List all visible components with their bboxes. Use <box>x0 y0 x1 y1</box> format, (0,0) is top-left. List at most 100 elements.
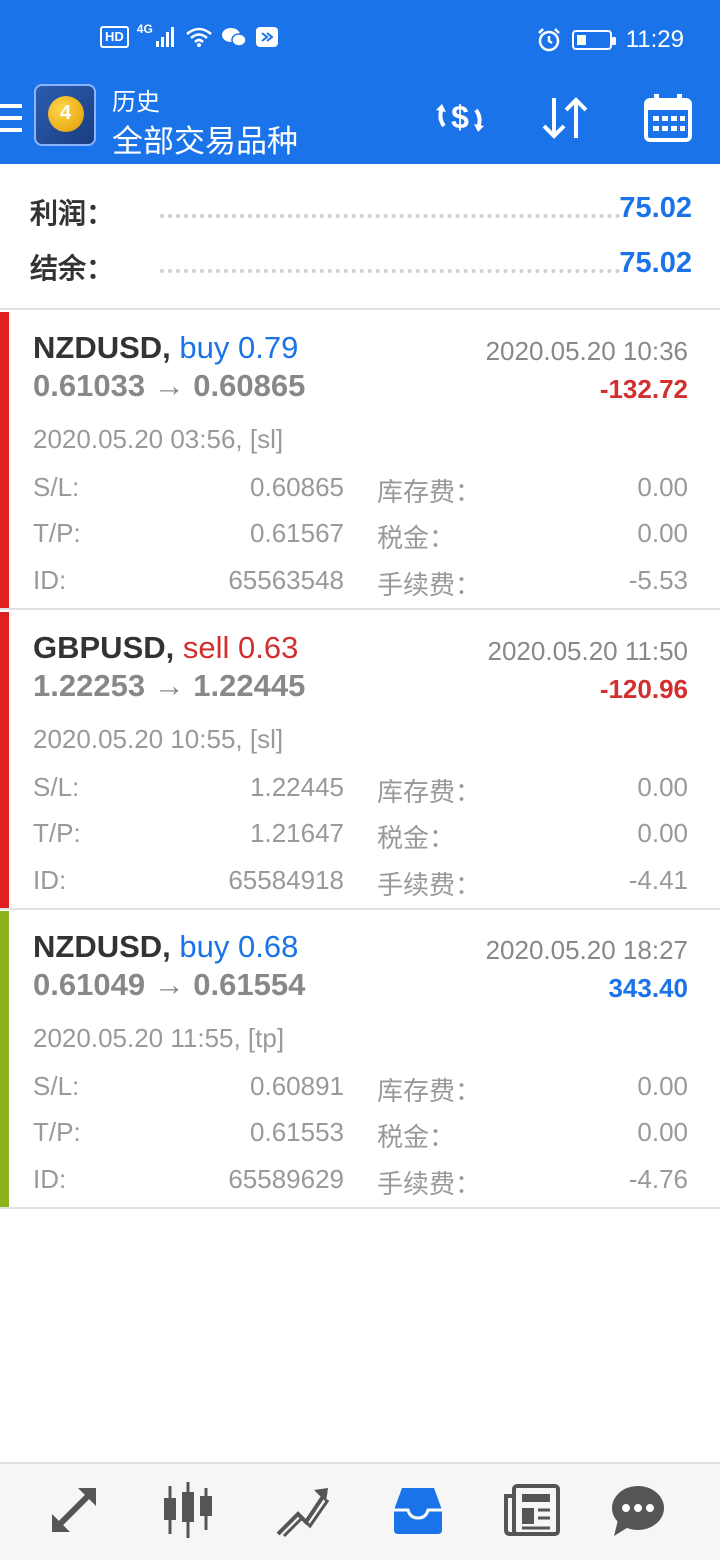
swap-label: 库存费： <box>377 477 482 507</box>
fee-value: -5.53 <box>628 565 688 595</box>
alarm-icon <box>537 28 560 52</box>
sl-value: 1.22445 <box>250 772 344 802</box>
fee-label: 手续费： <box>377 1169 482 1199</box>
app-bar: HD 4G 11:29 4 历史 全部交易品种 $ <box>0 0 720 164</box>
status-left: HD 4G <box>100 22 279 48</box>
status-bar: HD 4G 11:29 <box>0 0 720 84</box>
quotes-icon[interactable] <box>44 1480 104 1540</box>
wifi-icon <box>185 27 212 47</box>
tp-label: T/P: <box>33 1117 81 1147</box>
tax-value: 0.00 <box>637 818 688 848</box>
tp-label: T/P: <box>33 518 81 548</box>
deal-profit: -132.72 <box>599 374 688 404</box>
swap-value: 0.00 <box>637 1071 688 1101</box>
app-notification-icon <box>255 27 278 47</box>
hd-badge: HD <box>100 26 129 48</box>
sl-value: 0.60891 <box>250 1071 344 1101</box>
gain-indicator-bar <box>0 911 9 1207</box>
sl-label: S/L: <box>33 1071 80 1101</box>
open-info: 2020.05.20 10:55, [sl] <box>33 724 284 754</box>
calendar-icon[interactable] <box>640 90 696 146</box>
tax-label: 税金： <box>377 823 456 853</box>
swap-label: 库存费： <box>377 1076 482 1106</box>
menu-icon[interactable] <box>0 104 22 134</box>
swap-value: 0.00 <box>637 472 688 502</box>
deal-direction: buy 0.79 <box>179 330 299 365</box>
chart-candles-icon[interactable] <box>158 1480 218 1540</box>
price-range: 1.22253 → 1.22445 <box>33 668 306 703</box>
fee-label: 手续费： <box>377 870 482 900</box>
deal-item[interactable]: NZDUSD, buy 0.79 2020.05.20 10:36 0.6103… <box>0 312 720 610</box>
loss-indicator-bar <box>0 312 9 608</box>
id-label: ID: <box>33 1164 67 1194</box>
swap-value: 0.00 <box>637 772 688 802</box>
trade-icon[interactable] <box>272 1480 332 1540</box>
close-time: 2020.05.20 11:50 <box>487 636 688 666</box>
tp-value: 0.61553 <box>250 1117 344 1147</box>
open-info: 2020.05.20 03:56, [sl] <box>33 424 284 454</box>
summary-panel: 利润： 75.02 结余： 75.02 <box>0 164 720 310</box>
tax-label: 税金： <box>377 1122 456 1152</box>
sl-label: S/L: <box>33 472 80 502</box>
swap-label: 库存费： <box>377 777 482 807</box>
signal-icon <box>155 27 174 47</box>
fee-value: -4.41 <box>628 865 688 895</box>
history-inbox-icon[interactable] <box>388 1480 448 1540</box>
battery-icon <box>571 30 616 50</box>
deal-profit: 343.40 <box>608 973 688 1003</box>
close-time: 2020.05.20 18:27 <box>485 935 688 965</box>
status-right: 11:29 <box>536 26 684 54</box>
sort-icon[interactable] <box>536 90 592 146</box>
symbol-filter[interactable]: 全部交易品种 <box>112 116 298 161</box>
symbol-name: NZDUSD, <box>33 929 171 964</box>
tp-value: 1.21647 <box>250 818 344 848</box>
dotted-leader <box>160 269 620 273</box>
balance-label: 结余： <box>30 253 115 284</box>
page-title: 历史 <box>112 89 160 116</box>
loss-indicator-bar <box>0 612 9 908</box>
tp-label: T/P: <box>33 818 81 848</box>
clock: 11:29 <box>625 26 684 53</box>
news-icon[interactable] <box>502 1480 562 1540</box>
sl-label: S/L: <box>33 772 80 802</box>
id-label: ID: <box>33 865 67 895</box>
tax-label: 税金： <box>377 523 456 553</box>
deal-direction: sell 0.63 <box>182 630 299 665</box>
deal-symbol: NZDUSD, buy 0.68 <box>33 929 298 965</box>
symbol-name: GBPUSD, <box>33 630 175 665</box>
svg-text:$: $ <box>451 99 469 135</box>
tax-value: 0.00 <box>637 518 688 548</box>
deal-item[interactable]: NZDUSD, buy 0.68 2020.05.20 18:27 0.6104… <box>0 911 720 1209</box>
id-value: 65563548 <box>228 565 344 595</box>
open-info: 2020.05.20 11:55, [tp] <box>33 1023 285 1053</box>
tp-value: 0.61567 <box>250 518 344 548</box>
profit-value: 75.02 <box>619 192 692 224</box>
price-range: 0.61049 → 0.61554 <box>33 967 306 1002</box>
id-value: 65589629 <box>228 1164 344 1194</box>
sl-value: 0.60865 <box>250 472 344 502</box>
metatrader-logo[interactable]: 4 <box>34 84 96 146</box>
tax-value: 0.00 <box>637 1117 688 1147</box>
price-range: 0.61033 → 0.60865 <box>33 368 306 403</box>
deal-symbol: GBPUSD, sell 0.63 <box>33 630 298 666</box>
bottom-navigation <box>0 1462 720 1560</box>
wechat-icon <box>221 28 247 47</box>
symbol-name: NZDUSD, <box>33 330 171 365</box>
chat-icon[interactable] <box>608 1480 668 1540</box>
close-time: 2020.05.20 10:36 <box>485 336 688 366</box>
deal-direction: buy 0.68 <box>179 929 299 964</box>
deal-symbol: NZDUSD, buy 0.79 <box>33 330 298 366</box>
fee-label: 手续费： <box>377 570 482 600</box>
balance-value: 75.02 <box>619 247 692 279</box>
profit-row: 利润： 75.02 <box>30 192 692 232</box>
toolbar: 4 历史 全部交易品种 $ <box>0 84 720 164</box>
balance-row: 结余： 75.02 <box>30 247 692 287</box>
deal-item[interactable]: GBPUSD, sell 0.63 2020.05.20 11:50 1.222… <box>0 612 720 910</box>
id-value: 65584918 <box>228 865 344 895</box>
deal-profit: -120.96 <box>599 674 688 704</box>
profit-label: 利润： <box>30 198 115 229</box>
currency-exchange-icon[interactable]: $ <box>432 90 488 146</box>
fee-value: -4.76 <box>628 1164 688 1194</box>
dotted-leader <box>160 214 620 218</box>
network-label: 4G <box>136 22 153 36</box>
